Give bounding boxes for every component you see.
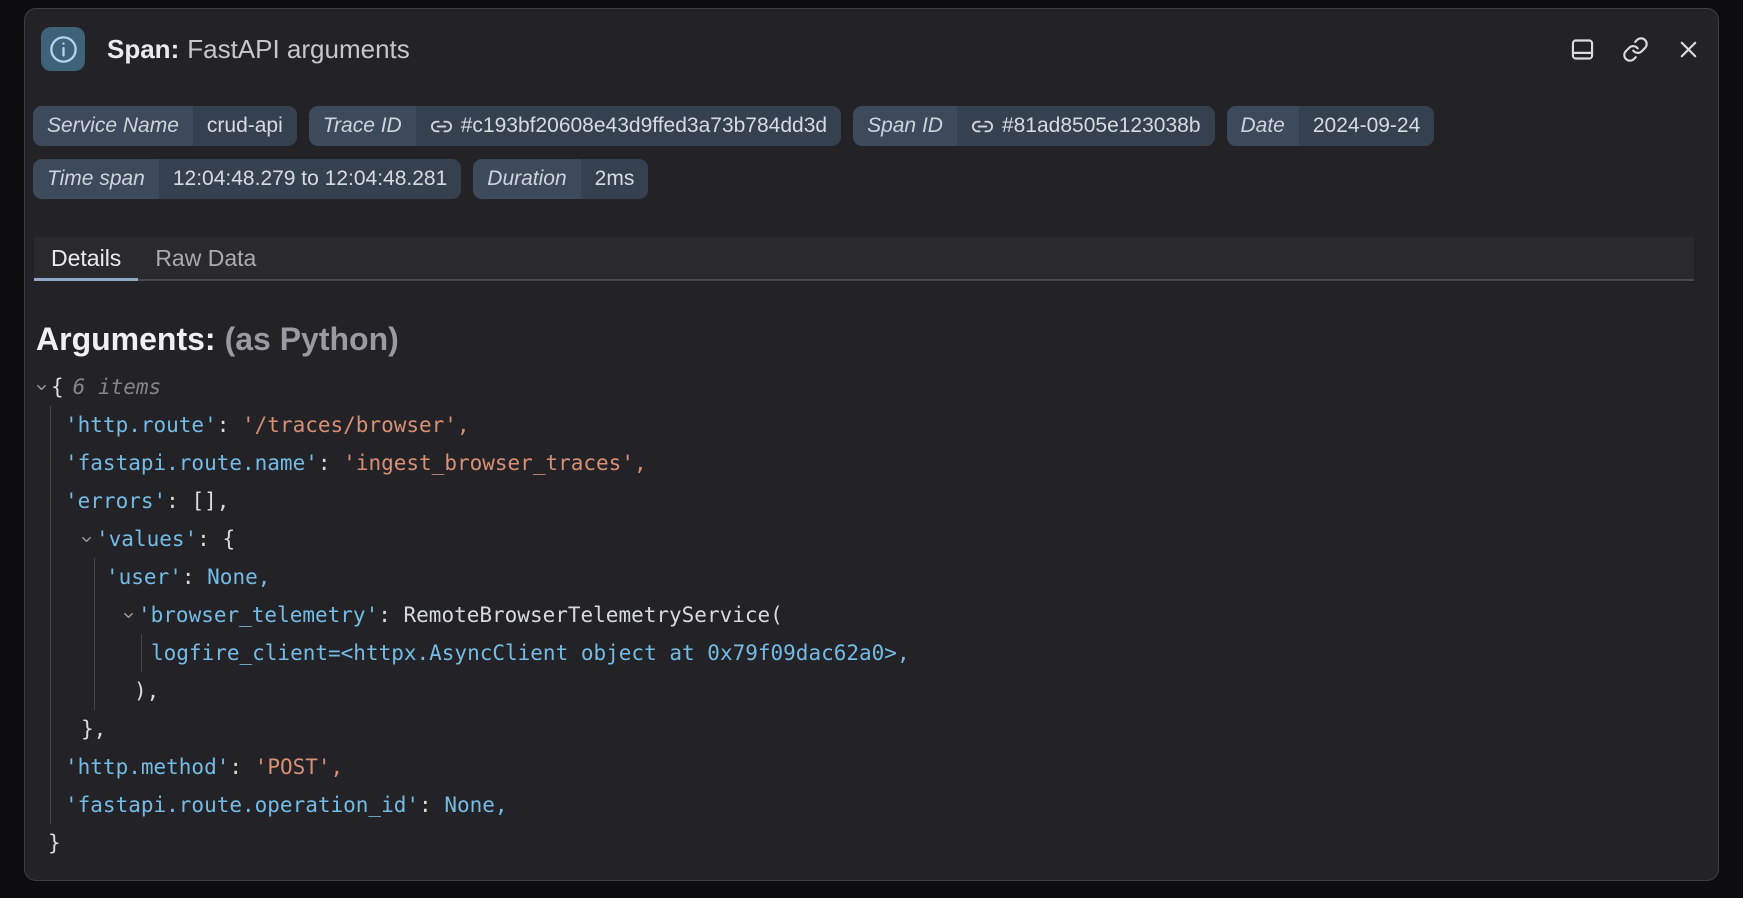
code-token-kw: None, <box>444 793 507 817</box>
badge-label: Span ID <box>853 106 957 146</box>
badge-value-service-name: crud-api <box>193 106 297 146</box>
code-token-punc: } <box>48 831 61 855</box>
tab-bar: DetailsRaw Data <box>34 237 1694 281</box>
section-title-text: Arguments: <box>36 321 216 357</box>
close-icon[interactable] <box>1674 35 1702 63</box>
arguments-tree: {6 items'http.route': '/traces/browser',… <box>34 368 1698 868</box>
code-token-key: 'browser_telemetry' <box>138 603 378 627</box>
code-token-punc: : <box>318 451 343 475</box>
indent-guide <box>50 406 51 824</box>
indent-guide <box>94 558 95 710</box>
code-line: logfire_client=<httpx.AsyncClient object… <box>34 634 1698 672</box>
code-line: }, <box>34 710 1698 748</box>
code-token-str: 'ingest_browser_traces', <box>343 451 646 475</box>
badge-value-span-id[interactable]: #81ad8505e123038b <box>957 106 1215 146</box>
chevron-down-icon[interactable] <box>79 520 95 558</box>
code-token-key: 'http.route' <box>65 413 217 437</box>
badge-label: Trace ID <box>309 106 416 146</box>
tab-details[interactable]: Details <box>34 237 138 279</box>
badge-value-duration: 2ms <box>581 159 649 199</box>
code-token-punc: : { <box>197 527 235 551</box>
tab-raw-data[interactable]: Raw Data <box>138 237 273 279</box>
span-detail-panel: Span: FastAPI arguments Service Namecrud-… <box>24 8 1719 881</box>
header-actions <box>1568 35 1702 63</box>
badge-time-span: Time span12:04:48.279 to 12:04:48.281 <box>33 159 461 199</box>
code-token-kw: None, <box>207 565 270 589</box>
copy-link-icon[interactable] <box>1621 35 1649 63</box>
code-token-str: '/traces/browser', <box>242 413 470 437</box>
panel-title: Span: FastAPI arguments <box>107 34 410 65</box>
dock-panel-bottom-icon[interactable] <box>1568 35 1596 63</box>
code-line: 'user': None, <box>34 558 1698 596</box>
span-type-label: Span: <box>107 34 179 64</box>
badge-trace-id: Trace ID#c193bf20608e43d9ffed3a73b784dd3… <box>309 106 841 146</box>
link-icon <box>971 115 994 138</box>
chevron-down-icon[interactable] <box>34 368 50 406</box>
badge-service-name: Service Namecrud-api <box>33 106 297 146</box>
code-line: 'errors': [], <box>34 482 1698 520</box>
code-line: } <box>34 824 1698 862</box>
section-title: Arguments:(as Python) <box>36 321 399 358</box>
badge-label: Service Name <box>33 106 193 146</box>
code-token-meta: 6 items <box>73 375 162 399</box>
code-token-key: 'fastapi.route.name' <box>65 451 318 475</box>
code-token-plain: RemoteBrowserTelemetryService( <box>404 603 783 627</box>
code-token-punc: : <box>378 603 403 627</box>
badge-span-id: Span ID#81ad8505e123038b <box>853 106 1214 146</box>
badge-value-date: 2024-09-24 <box>1299 106 1434 146</box>
chevron-down-icon[interactable] <box>121 596 137 634</box>
code-token-key: 'values' <box>96 527 197 551</box>
badge-row-2: Time span12:04:48.279 to 12:04:48.281 Dur… <box>33 159 648 199</box>
code-token-punc: : <box>217 413 242 437</box>
code-line: 'fastapi.route.operation_id': None, <box>34 786 1698 824</box>
code-line: ), <box>34 672 1698 710</box>
code-line: 'browser_telemetry': RemoteBrowserTeleme… <box>34 596 1698 634</box>
section-subtitle: (as Python) <box>225 321 399 357</box>
code-line: 'values': { <box>34 520 1698 558</box>
code-token-key: 'fastapi.route.operation_id' <box>65 793 419 817</box>
indent-guide <box>141 634 142 672</box>
code-token-key: 'http.method' <box>65 755 229 779</box>
code-token-punc: : <box>419 793 444 817</box>
code-token-punc: { <box>51 375 64 399</box>
code-token-key: 'errors' <box>65 489 166 513</box>
code-line: 'http.route': '/traces/browser', <box>34 406 1698 444</box>
badge-row-1: Service Namecrud-api Trace ID#c193bf20608… <box>33 106 1434 146</box>
code-token-punc: }, <box>81 717 106 741</box>
badge-value-time-span: 12:04:48.279 to 12:04:48.281 <box>159 159 461 199</box>
panel-header: Span: FastAPI arguments <box>41 27 1702 71</box>
code-token-punc: : <box>182 565 207 589</box>
badge-label: Date <box>1227 106 1299 146</box>
code-token-key: 'user' <box>106 565 182 589</box>
badge-duration: Duration2ms <box>473 159 648 199</box>
code-token-kw: logfire_client=<httpx.AsyncClient object… <box>151 641 910 665</box>
code-token-punc: : [], <box>166 489 229 513</box>
code-token-str: 'POST', <box>255 755 344 779</box>
code-token-punc: : <box>229 755 254 779</box>
code-token-punc: ), <box>134 679 159 703</box>
code-line: 'fastapi.route.name': 'ingest_browser_tr… <box>34 444 1698 482</box>
badge-date: Date2024-09-24 <box>1227 106 1435 146</box>
badge-value-trace-id[interactable]: #c193bf20608e43d9ffed3a73b784dd3d <box>416 106 841 146</box>
badge-label: Duration <box>473 159 580 199</box>
code-line: {6 items <box>34 368 1698 406</box>
span-name: FastAPI arguments <box>187 34 410 64</box>
badge-label: Time span <box>33 159 159 199</box>
info-icon <box>41 27 85 71</box>
code-line: 'http.method': 'POST', <box>34 748 1698 786</box>
link-icon <box>430 115 453 138</box>
